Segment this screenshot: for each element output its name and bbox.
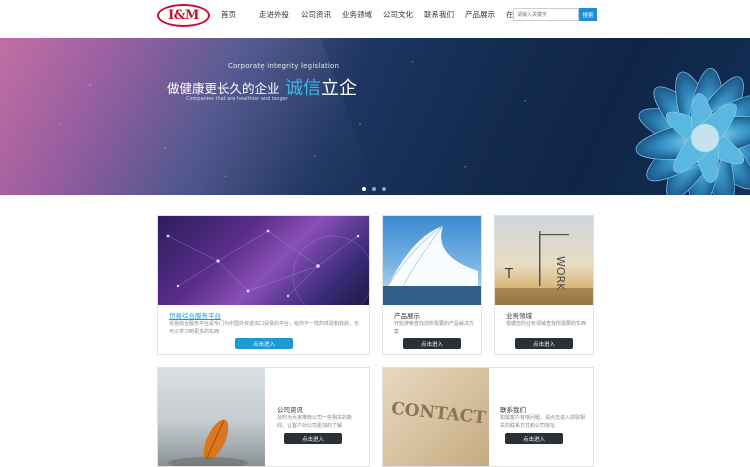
business-card-image: WORK T: [495, 216, 593, 305]
service-card-image: [158, 216, 369, 305]
nav-item-culture[interactable]: 公司文化: [383, 9, 413, 20]
news-card-desc: 及时为大家推荐公司一些相关的新闻，让客户对公司更加的了解: [277, 415, 353, 429]
contact-card-image: CONTACT: [383, 368, 489, 466]
news-card-title: 公司资讯: [277, 406, 303, 414]
nav-item-news[interactable]: 公司资讯: [301, 9, 331, 20]
contact-graphic: CONTACT: [390, 399, 487, 429]
search-button[interactable]: 搜索: [579, 8, 597, 21]
news-card-image: [158, 368, 265, 466]
contact-card-title: 联系我们: [500, 406, 526, 414]
banner-highlight: 诚信立企: [285, 74, 357, 100]
business-enter-button[interactable]: 点击进入: [515, 338, 573, 349]
leaf-graphic: [168, 419, 248, 466]
service-enter-button[interactable]: 点击进入: [235, 338, 293, 349]
carousel-dots: [362, 187, 386, 191]
products-card-desc: 开始搜索查找您所需要的产品解决方案: [394, 321, 475, 335]
svg-text:T: T: [504, 267, 513, 282]
architecture-graphic: [383, 225, 481, 305]
carousel-dot[interactable]: [362, 187, 366, 191]
banner-highlight-b: 立企: [321, 78, 357, 99]
nav-item-home[interactable]: 首页: [221, 9, 236, 20]
banner-highlight-a: 诚信: [285, 78, 321, 99]
business-card-desc: 根据您的业务领域查找所需要的东西: [506, 321, 587, 327]
contact-card-desc: 如需客户有啥问题，请点击进入获取相关的联系方式和公司地址: [500, 415, 586, 429]
carousel-dot[interactable]: [372, 187, 376, 191]
products-enter-button[interactable]: 点击进入: [403, 338, 461, 349]
news-enter-button[interactable]: 点击进入: [284, 433, 342, 444]
contact-card: CONTACT 联系我们 如需客户有啥问题，请点击进入获取相关的联系方式和公司地…: [382, 367, 594, 467]
hero-banner: Corporate integrity legislation 做健康更长久的企…: [0, 38, 750, 195]
service-card: 贸易综合服务平台 贸易综合服务平台是专门为中国外资进出口贸易的平台，给你不一样的…: [157, 215, 370, 355]
banner-subtitle: Companies that are healthier and longer: [186, 96, 288, 102]
service-card-desc: 贸易综合服务平台是专门为中国外资进出口贸易的平台，给你不一样的体验和收获，也可以…: [169, 321, 360, 335]
carousel-dot[interactable]: [382, 187, 386, 191]
main-nav: 首页 走进外投 公司资讯 业务领域 公司文化 联系我们 产品展示 在线反馈: [215, 9, 536, 20]
logo-text: I&M: [168, 8, 199, 23]
network-graphic: [166, 229, 369, 305]
news-card: 公司资讯 及时为大家推荐公司一些相关的新闻，让客户对公司更加的了解 点击进入: [157, 367, 370, 467]
business-card-title: 业务领域: [506, 312, 532, 320]
company-logo[interactable]: I&M: [157, 4, 210, 27]
nav-item-products[interactable]: 产品展示: [465, 9, 495, 20]
banner-main-text: 做健康更长久的企业: [167, 81, 280, 96]
nav-item-business[interactable]: 业务领域: [342, 9, 372, 20]
service-card-title[interactable]: 贸易综合服务平台: [169, 310, 221, 320]
site-header: I&M 首页 走进外投 公司资讯 业务领域 公司文化 联系我们 产品展示 在线反…: [0, 0, 750, 38]
products-card-title: 产品展示: [394, 312, 420, 320]
flower-graphic: [635, 67, 750, 195]
nav-item-contact[interactable]: 联系我们: [424, 9, 454, 20]
svg-text:WORK: WORK: [554, 256, 567, 291]
search-box: 搜索: [513, 8, 597, 21]
contact-image-text: CONTACT: [390, 399, 487, 429]
search-input[interactable]: [513, 8, 579, 21]
contact-enter-button[interactable]: 点击进入: [505, 433, 563, 444]
products-card: 产品展示 开始搜索查找您所需要的产品解决方案 点击进入: [382, 215, 482, 355]
banner-small-title: Corporate integrity legislation: [228, 62, 340, 70]
business-card: WORK T 业务领域 根据您的业务领域查找所需要的东西 点击进入: [494, 215, 594, 355]
nav-item-about[interactable]: 走进外投: [259, 9, 289, 20]
work-graphic: WORK T: [495, 231, 593, 305]
products-card-image: [383, 216, 481, 305]
